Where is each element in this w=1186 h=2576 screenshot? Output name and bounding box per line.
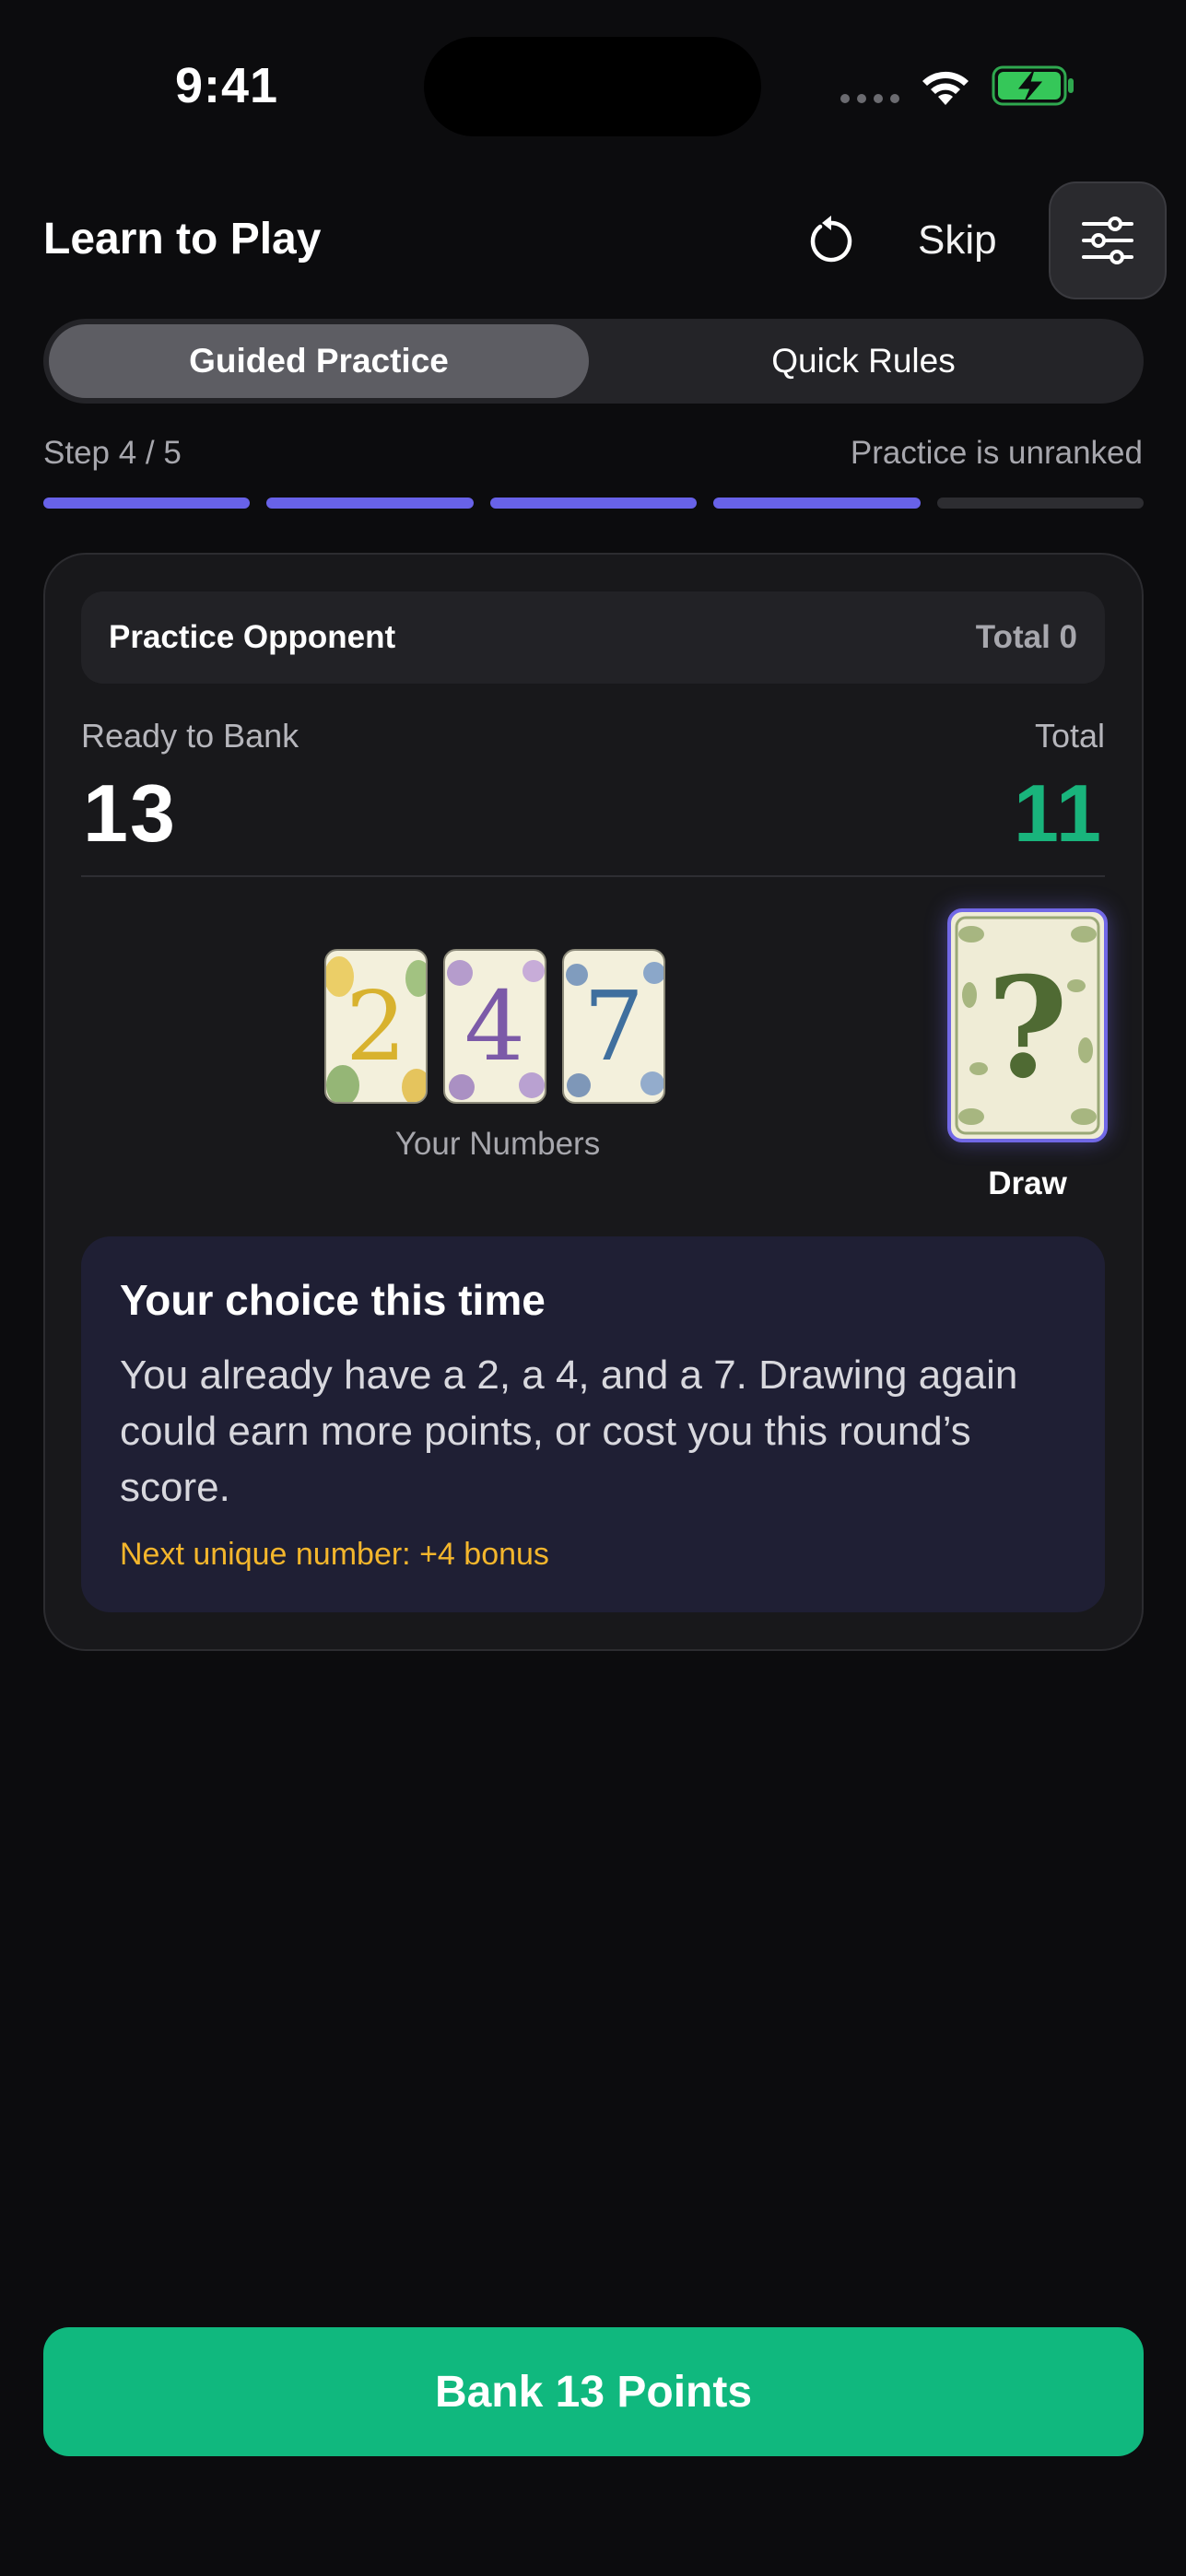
- status-time: 9:41: [175, 58, 279, 113]
- tab-quick-rules[interactable]: Quick Rules: [589, 324, 1138, 398]
- progress-segment: [43, 498, 251, 509]
- draw-card[interactable]: ?: [947, 908, 1108, 1142]
- battery-charging-icon: [992, 65, 1074, 106]
- card-number: 2: [345, 970, 407, 1083]
- progress-segment: [266, 498, 474, 509]
- tab-guided-practice[interactable]: Guided Practice: [49, 324, 589, 398]
- number-card: 4: [443, 949, 546, 1104]
- card-number: 4: [464, 970, 526, 1083]
- step-progress-bar: [43, 498, 1145, 509]
- total-label: Total: [1034, 717, 1105, 755]
- total-value: 11: [1013, 767, 1103, 859]
- number-card: 2: [324, 949, 428, 1104]
- bonus-hint: Next unique number: +4 bonus: [120, 1537, 549, 1572]
- mode-tabs: Guided Practice Quick Rules: [43, 319, 1144, 404]
- cellular-signal-icon: [840, 94, 899, 103]
- bank-points-button[interactable]: Bank 13 Points: [43, 2327, 1144, 2456]
- question-mark-icon: ?: [955, 916, 1100, 1135]
- choice-title: Your choice this time: [120, 1276, 546, 1324]
- your-numbers-caption: Your Numbers: [394, 1126, 601, 1162]
- progress-segment: [713, 498, 921, 509]
- ready-to-bank-label: Ready to Bank: [81, 717, 299, 755]
- opponent-name: Practice Opponent: [109, 619, 396, 655]
- page-title: Learn to Play: [43, 215, 322, 263]
- sliders-icon: [1082, 217, 1133, 264]
- skip-button[interactable]: Skip: [918, 217, 997, 263]
- svg-text:?: ?: [987, 947, 1068, 1109]
- choice-body: You already have a 2, a 4, and a 7. Draw…: [120, 1352, 1018, 1510]
- dynamic-island: [424, 37, 761, 136]
- card-number: 7: [582, 970, 645, 1083]
- ready-to-bank-value: 13: [83, 767, 177, 859]
- step-counter: Step 4 / 5: [43, 435, 182, 471]
- draw-label: Draw: [988, 1165, 1067, 1201]
- divider: [81, 875, 1105, 877]
- unranked-note: Practice is unranked: [850, 435, 1143, 471]
- settings-button[interactable]: [1049, 181, 1167, 299]
- opponent-total: Total 0: [975, 619, 1077, 655]
- wifi-icon: [922, 71, 969, 105]
- progress-segment: [936, 498, 1145, 509]
- reset-icon[interactable]: [804, 214, 859, 269]
- progress-segment: [489, 498, 698, 509]
- number-card: 7: [562, 949, 665, 1104]
